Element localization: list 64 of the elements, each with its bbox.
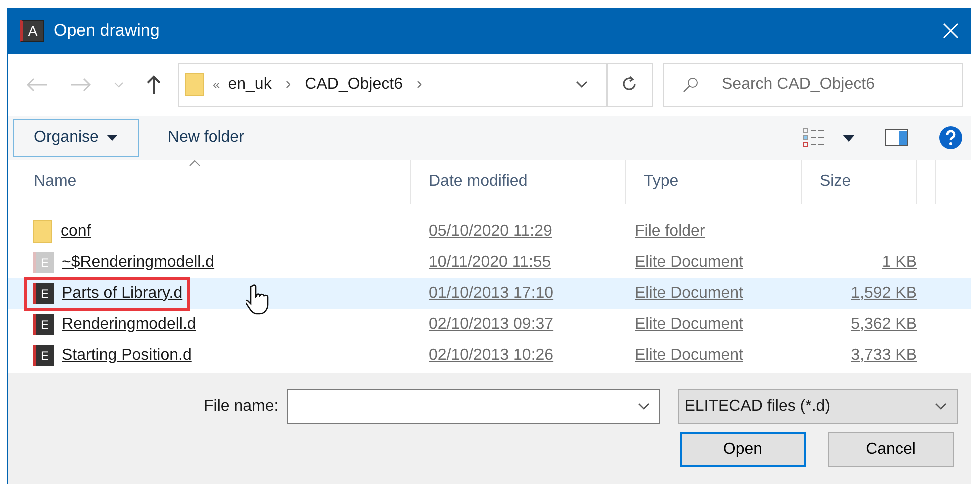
sort-up-icon (188, 160, 201, 167)
type-link[interactable]: File folder (635, 220, 706, 244)
size-link[interactable]: 1 KB (882, 250, 917, 274)
view-options-button[interactable] (803, 127, 855, 149)
search-field[interactable]: Search CAD_Object6 (663, 63, 963, 107)
help-icon (939, 126, 963, 150)
toolbar-button[interactable]: New folder (146, 119, 266, 157)
file-name-link[interactable]: Starting Position.d (62, 344, 192, 368)
caret-down-icon (843, 134, 855, 142)
file-name-field[interactable] (286, 389, 660, 424)
chevron-down-icon (576, 81, 588, 89)
window-title: Open drawing (54, 20, 160, 42)
document-icon: E (33, 345, 54, 366)
overflow-chevron[interactable]: « (213, 75, 220, 95)
file-row[interactable]: E Renderingmodell.d 02/10/2013 09:37 Elite Document 5,362 KB (8, 309, 971, 340)
chevron-down-icon (114, 82, 124, 88)
column-header[interactable]: Type (626, 160, 802, 204)
open-button[interactable]: Open (680, 432, 806, 467)
date-link[interactable]: 10/11/2020 11:55 (429, 250, 552, 274)
hand-cursor-icon (246, 284, 270, 316)
column-header[interactable]: Name (8, 160, 411, 204)
file-name-link[interactable]: Renderingmodell.d (62, 312, 196, 336)
folder-icon (185, 73, 205, 97)
toolbar-button[interactable]: Organise (13, 119, 139, 157)
size-link[interactable]: 3,733 KB (851, 344, 917, 368)
date-link[interactable]: 01/10/2013 17:10 (429, 282, 554, 306)
cancel-button[interactable]: Cancel (828, 432, 954, 467)
breadcrumb-chevron[interactable]: › (416, 73, 422, 97)
size-link[interactable]: 5,362 KB (851, 312, 917, 336)
date-link[interactable]: 05/10/2020 11:29 (429, 220, 552, 244)
preview-pane-button[interactable] (885, 129, 909, 147)
file-name-link[interactable]: conf (61, 220, 92, 244)
forward-arrow-icon (70, 77, 92, 93)
document-icon: E (33, 314, 54, 335)
preview-pane-icon (885, 129, 909, 147)
column-header[interactable]: Date modified (411, 160, 626, 204)
type-link[interactable]: Elite Document (635, 250, 744, 274)
chevron-down-icon (934, 402, 947, 410)
up-arrow-icon (146, 75, 162, 95)
back-arrow-icon (26, 77, 48, 93)
file-name-label: File name: (204, 396, 279, 416)
size-link[interactable]: 1,592 KB (851, 282, 917, 306)
app-icon: A (20, 20, 44, 42)
type-link[interactable]: Elite Document (635, 312, 744, 336)
help-button[interactable] (939, 126, 963, 150)
date-link[interactable]: 02/10/2013 10:26 (429, 344, 554, 368)
date-link[interactable]: 02/10/2013 09:37 (429, 312, 554, 336)
breadcrumb[interactable]: CAD_Object6 (305, 73, 403, 97)
breadcrumb-chevron[interactable]: › (286, 73, 292, 97)
refresh-button[interactable] (608, 63, 653, 107)
file-type-dropdown[interactable]: ELITECAD files (*.d) (678, 389, 958, 424)
type-link[interactable]: Elite Document (635, 282, 744, 306)
address-bar[interactable]: « en_uk › CAD_Object6 › (178, 63, 608, 107)
document-icon: E (33, 283, 54, 304)
close-icon (943, 23, 959, 39)
file-row[interactable]: conf 05/10/2020 11:29 File folder (8, 216, 971, 247)
type-link[interactable]: Elite Document (635, 344, 744, 368)
chevron-down-icon (638, 403, 650, 411)
details-view-icon (803, 127, 827, 149)
breadcrumb[interactable]: en_uk (228, 73, 272, 97)
column-header[interactable]: Size (802, 160, 917, 204)
file-name-link[interactable]: ~$Renderingmodell.d (62, 250, 215, 274)
file-row[interactable]: E Starting Position.d 02/10/2013 10:26 Elite Document 3,733 KB (8, 340, 971, 371)
file-name-link[interactable]: Parts of Library.d (62, 282, 183, 306)
